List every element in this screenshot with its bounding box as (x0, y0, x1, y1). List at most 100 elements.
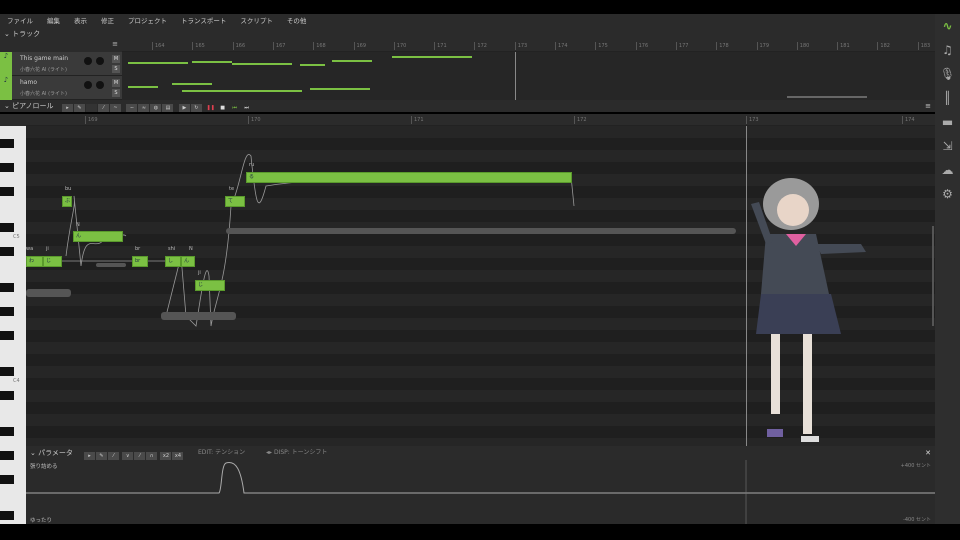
track-ruler[interactable]: 164 165 166 167 168 169 170 171 172 173 174 175 176 1… (122, 40, 935, 52)
wave-icon[interactable]: ≈ (138, 104, 150, 112)
piano-roll-menu-icon[interactable]: ≡ (925, 100, 931, 112)
black-key[interactable] (0, 247, 14, 256)
black-key[interactable] (0, 475, 14, 484)
black-key[interactable] (0, 283, 14, 292)
curve-icon[interactable]: ∼ (126, 104, 138, 112)
track-menu-icon[interactable]: ≡ (0, 40, 122, 52)
split-tool-icon[interactable] (86, 104, 97, 112)
menu-transport[interactable]: トランスポート (174, 14, 233, 28)
ruler-tick: 169 (85, 116, 98, 124)
parameter-curve[interactable] (26, 460, 935, 524)
black-key[interactable] (0, 511, 14, 520)
microphone-icon[interactable]: 🎙︎ (935, 62, 960, 86)
volume-knob[interactable] (84, 81, 92, 89)
pen-icon[interactable]: ✎ (96, 452, 107, 460)
rewind-icon[interactable]: ⏮ (229, 104, 240, 112)
black-key[interactable] (0, 367, 14, 376)
pointer-tool-icon[interactable]: ▸ (62, 104, 73, 112)
black-key[interactable] (0, 307, 14, 316)
cloud-icon[interactable]: ☁ (935, 158, 960, 182)
playhead[interactable] (515, 52, 516, 100)
track-name: This game main (20, 55, 69, 62)
piano-roll-grid[interactable]: bu ぶ N ん wa わ ji じ br br shi し N ん ji じ … (26, 126, 935, 446)
note-lyric: bu (65, 186, 72, 192)
parameter-title: パラメータ (38, 449, 73, 457)
play-from-icon[interactable]: ▶ (178, 104, 190, 112)
phoneme-bar (226, 228, 736, 234)
close-icon[interactable]: ✕ (925, 446, 931, 460)
ruler-tick: 170 (393, 42, 406, 50)
book-icon[interactable]: ▬ (935, 110, 960, 134)
line-icon[interactable]: ⁄ (108, 452, 119, 460)
black-key[interactable] (0, 451, 14, 460)
gear-icon[interactable]: ⚙ (935, 182, 960, 206)
piano-keyboard[interactable]: C5 C4 (0, 126, 26, 524)
smooth-up-icon[interactable]: ∩ (146, 452, 158, 460)
pause-icon[interactable]: ❚❚ (205, 104, 216, 112)
note[interactable]: じ (195, 280, 225, 291)
track-arrangement[interactable] (122, 52, 935, 100)
track-panel-header[interactable]: ⌄ トラック (0, 28, 935, 40)
note[interactable]: る (246, 172, 572, 183)
smooth-icon[interactable]: ⁄ (134, 452, 146, 460)
stop-icon[interactable]: ■ (217, 104, 228, 112)
export-icon[interactable]: ⇲ (935, 134, 960, 158)
mute-button[interactable]: M (112, 55, 120, 63)
x2-button[interactable]: x2 (160, 452, 172, 460)
menu-other[interactable]: その他 (280, 14, 314, 28)
pen-tool-icon[interactable]: ✎ (74, 104, 85, 112)
parameter-header[interactable]: ⌄ パラメータ ▸ ✎ ⁄ ∨ ⁄ ∩ x2 x4 EDIT: テンション ◂▸ DISP… (26, 446, 935, 460)
black-key[interactable] (0, 391, 14, 400)
menu-edit[interactable]: 編集 (40, 14, 67, 28)
note[interactable]: し (165, 256, 181, 267)
piano-roll-ruler[interactable]: 169 170 171 172 173 174 (26, 114, 935, 126)
edit-parameter[interactable]: EDIT: テンション (198, 446, 245, 460)
black-key[interactable] (0, 223, 14, 232)
track-name: hamo (20, 79, 37, 86)
note[interactable]: じ (43, 256, 62, 267)
vibrato-icon[interactable]: ~ (110, 104, 121, 112)
pitch-line-icon[interactable]: ⁄ (98, 104, 109, 112)
phoneme-bar (96, 263, 126, 267)
menu-file[interactable]: ファイル (0, 14, 40, 28)
forward-icon[interactable]: ⏭ (241, 104, 252, 112)
black-key[interactable] (0, 187, 14, 196)
black-key[interactable] (0, 427, 14, 436)
black-key[interactable] (0, 163, 14, 172)
solo-button[interactable]: S (112, 89, 120, 97)
x4-button[interactable]: x4 (172, 452, 184, 460)
horizontal-scrollbar[interactable] (787, 96, 867, 98)
vertical-scrollbar[interactable] (932, 226, 934, 326)
library-icon[interactable]: ║ (935, 86, 960, 110)
solo-button[interactable]: S (112, 65, 120, 73)
note[interactable]: ん (73, 231, 123, 242)
character-image (751, 178, 866, 442)
pan-knob[interactable] (96, 81, 104, 89)
track-row[interactable]: ♪ hamo 小春六花 AI (ライト) M S (0, 76, 122, 100)
menu-modify[interactable]: 修正 (94, 14, 121, 28)
mute-button[interactable]: M (112, 79, 120, 87)
volume-knob[interactable] (84, 57, 92, 65)
loop-icon[interactable]: ↻ (190, 104, 202, 112)
ruler-tick: 174 (902, 116, 915, 124)
note[interactable]: br (132, 256, 148, 267)
pointer-icon[interactable]: ▸ (84, 452, 95, 460)
menu-project[interactable]: プロジェクト (121, 14, 174, 28)
note[interactable]: わ (26, 256, 43, 267)
note[interactable]: ぶ (62, 196, 72, 207)
smooth-down-icon[interactable]: ∨ (122, 452, 134, 460)
menu-script[interactable]: スクリプト (233, 14, 280, 28)
phoneme-icon[interactable]: ▤ (162, 104, 174, 112)
black-key[interactable] (0, 331, 14, 340)
track-row[interactable]: ♪ This game main 小春六花 AI (ライト) M S (0, 52, 122, 76)
note[interactable]: て (225, 196, 245, 207)
ruler-tick: 176 (635, 42, 648, 50)
display-parameter[interactable]: DISP: トーンシフト (274, 449, 327, 456)
black-key[interactable] (0, 139, 14, 148)
menu-view[interactable]: 表示 (67, 14, 94, 28)
note-icon[interactable]: ♫ (935, 38, 960, 62)
track-singer-icon: ♪ (0, 76, 12, 100)
waveform-icon[interactable]: ◍ (150, 104, 162, 112)
pan-knob[interactable] (96, 57, 104, 65)
note[interactable]: ん (181, 256, 195, 267)
